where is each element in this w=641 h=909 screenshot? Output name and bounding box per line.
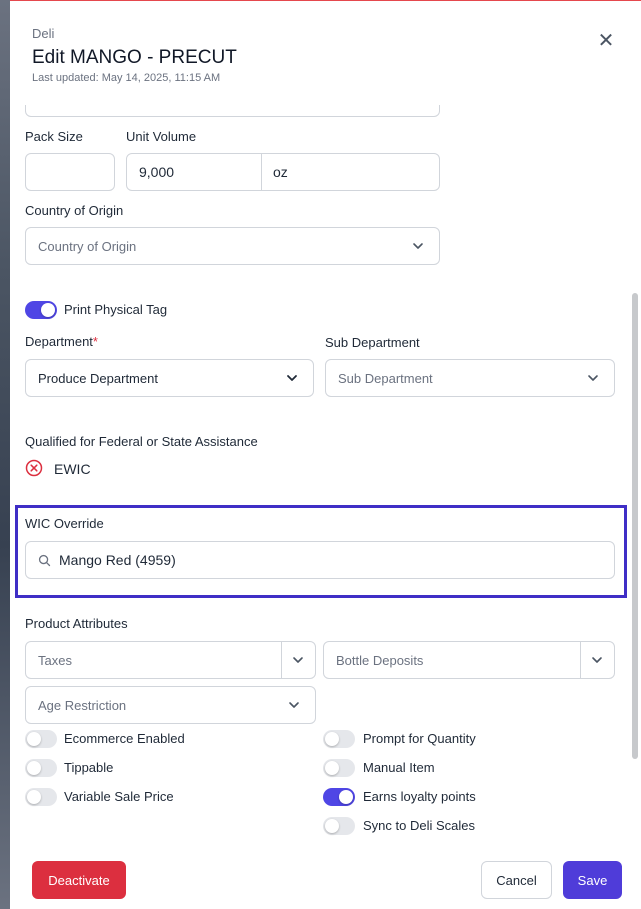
wic-override-value: Mango Red (4959) [59,552,176,568]
ecommerce-enabled-toggle[interactable] [25,730,57,748]
print-physical-tag-label: Print Physical Tag [64,302,168,317]
toggle-knob [41,303,55,317]
modal-footer: Deactivate Cancel Save [10,841,641,909]
prompt-for-quantity-toggle[interactable] [323,730,355,748]
chevron-down-icon [287,375,297,381]
department-select[interactable]: Produce Department [25,359,314,397]
toggle-knob [27,790,41,804]
deactivate-button[interactable]: Deactivate [32,861,126,899]
select-divider [580,642,581,678]
toggle-knob [325,819,339,833]
edit-item-modal: Deli Edit MANGO - PRECUT Last updated: M… [10,0,641,909]
country-of-origin-placeholder: Country of Origin [38,238,137,254]
earns-loyalty-points-label: Earns loyalty points [363,789,476,804]
select-divider [281,642,282,678]
chevron-down-icon [592,657,602,663]
variable-sale-price-label: Variable Sale Price [64,789,174,804]
previous-field[interactable] [25,105,440,117]
sub-department-placeholder: Sub Department [338,370,433,386]
product-attributes-label: Product Attributes [25,616,128,631]
prompt-for-quantity-label: Prompt for Quantity [363,731,476,746]
country-of-origin-select[interactable]: Country of Origin [25,227,440,265]
department-value: Produce Department [38,370,158,386]
print-physical-tag-toggle[interactable] [25,301,57,319]
manual-item-label: Manual Item [363,760,435,775]
last-updated-text: Last updated: May 14, 2025, 11:15 AM [32,72,221,84]
tippable-label: Tippable [64,760,114,775]
toggle-knob [325,732,339,746]
toggle-knob [27,732,41,746]
age-restriction-select[interactable]: Age Restriction [25,686,316,724]
chevron-down-icon [588,375,598,381]
wic-override-search-input[interactable]: Mango Red (4959) [25,541,615,579]
earns-loyalty-points-toggle[interactable] [323,788,355,806]
toggle-knob [325,761,339,775]
manual-item-toggle[interactable] [323,759,355,777]
unit-volume-value: 9,000 [139,164,175,180]
pack-size-label: Pack Size [25,129,83,144]
ecommerce-enabled-label: Ecommerce Enabled [64,731,185,746]
chevron-down-icon [293,657,303,663]
tippable-toggle[interactable] [25,759,57,777]
taxes-placeholder: Taxes [38,652,72,668]
department-label-text: Department [25,334,93,349]
required-marker: * [92,334,98,349]
bottle-deposits-select[interactable]: Bottle Deposits [323,641,615,679]
chevron-down-icon [289,702,299,708]
wic-override-label: WIC Override [25,516,104,531]
age-restriction-placeholder: Age Restriction [38,697,127,713]
sync-to-deli-scales-toggle[interactable] [323,817,355,835]
department-label: Department* [25,334,98,349]
bottle-deposits-placeholder: Bottle Deposits [336,652,424,668]
toggle-knob [27,761,41,775]
breadcrumb: Deli [32,26,55,41]
toggle-knob [339,790,353,804]
cancel-button[interactable]: Cancel [481,861,552,899]
country-of-origin-label: Country of Origin [25,203,124,218]
sub-department-select[interactable]: Sub Department [325,359,615,397]
unit-volume-unit[interactable]: oz [273,164,288,180]
assistance-label: Qualified for Federal or State Assistanc… [25,434,258,449]
sync-to-deli-scales-label: Sync to Deli Scales [363,818,475,833]
unit-divider [261,154,262,190]
sub-department-label: Sub Department [325,335,420,350]
modal-header: Deli Edit MANGO - PRECUT Last updated: M… [10,1,641,105]
x-circle-icon [25,459,43,477]
unit-volume-input[interactable]: 9,000 oz [126,153,440,191]
taxes-select[interactable]: Taxes [25,641,316,679]
save-button[interactable]: Save [563,861,622,899]
chevron-down-icon [413,243,423,249]
search-icon [38,554,51,566]
pack-size-input[interactable] [25,153,115,191]
close-icon[interactable]: ✕ [596,31,616,51]
unit-volume-label: Unit Volume [126,129,197,144]
modal-title: Edit MANGO - PRECUT [32,47,237,68]
variable-sale-price-toggle[interactable] [25,788,57,806]
scrollbar[interactable] [632,293,638,759]
modal-body: Pack Size Unit Volume 9,000 oz Country o… [10,105,641,841]
ewic-label: EWIC [54,461,91,477]
